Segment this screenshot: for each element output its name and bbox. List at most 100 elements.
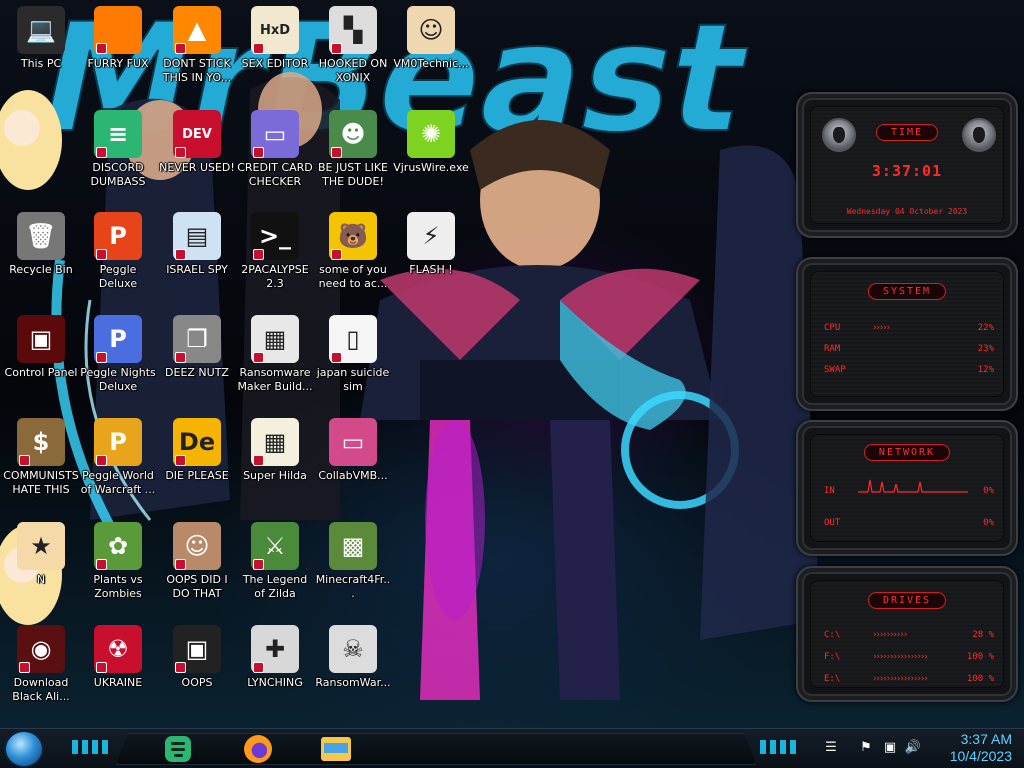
legend-of-zilda-glyph: ⚔: [264, 532, 286, 560]
desktop-icon-credit-card[interactable]: ▭ CREDIT CARD CHECKER: [236, 110, 314, 210]
desktop-icon-label: SEX EDITOR: [241, 57, 309, 70]
desktop-icon-peggle-nights[interactable]: P Peggle Nights Deluxe: [79, 315, 157, 415]
shortcut-arrow-icon: [253, 559, 264, 570]
desktop-icon-lynching[interactable]: ✚ LYNCHING: [236, 625, 314, 725]
system-row-cpu: CPU ››››› 22%: [824, 323, 994, 333]
oops-glyph: ▣: [185, 635, 209, 663]
desktop-icon-download-black-ali[interactable]: ◉ Download Black Ali...: [2, 625, 80, 725]
drive-row-f: F:\ ›››››››››››››››› 100 %: [824, 652, 994, 662]
desktop-icon-label: Super Hilda: [243, 469, 307, 482]
desktop-icon-control-panel[interactable]: ▣ Control Panel: [2, 315, 80, 415]
japan-suicide-glyph: ▯: [346, 325, 360, 353]
ukraine-icon: ☢: [94, 625, 142, 673]
drive-row-e: E:\ ›››››››››››››››› 100 %: [824, 674, 994, 684]
desktop-icon-peggle-deluxe[interactable]: P Peggle Deluxe: [79, 212, 157, 312]
desktop-icon-oops-did-i[interactable]: ☺ OOPS DID I DO THAT: [158, 522, 236, 622]
japan-suicide-icon: ▯: [329, 315, 377, 363]
desktop-icon-dont-stick[interactable]: ▲ DONT STICK THIS IN YO...: [158, 6, 236, 106]
desktop-icon-minecraft4fr[interactable]: ▩ Minecraft4Fr...: [314, 522, 392, 622]
start-button[interactable]: [4, 730, 44, 768]
plants-vs-zombies-glyph: ✿: [107, 532, 129, 560]
desktop-icon-vjruswire[interactable]: ✺ VjrusWire.exe: [392, 110, 470, 210]
vjruswire-glyph: ✺: [420, 120, 442, 148]
some-of-you-icon: 🐻: [329, 212, 377, 260]
shortcut-arrow-icon: [253, 662, 264, 673]
flash-glyph: ⚡: [422, 222, 440, 250]
desktop-icon-this-pc[interactable]: 💻 This PC: [2, 6, 80, 106]
firefox-app-icon[interactable]: [240, 733, 276, 765]
desktop-icon-sex-editor[interactable]: HxD SEX EDITOR: [236, 6, 314, 106]
super-hilda-icon: ▦: [251, 418, 299, 466]
desktop-icon-label: Minecraft4Fr...: [315, 573, 391, 600]
system-panel: SYSTEM CPU ››››› 22% RAM 23% SWAP 12%: [796, 257, 1018, 411]
desktop-icon-deez-nutz[interactable]: ❐ DEEZ NUTZ: [158, 315, 236, 415]
desktop-icon-label: japan suicide sim: [316, 366, 390, 393]
action-center-flag-icon[interactable]: ⚑: [857, 739, 875, 757]
desktop-icon-furry-fux[interactable]: FURRY FUX: [79, 6, 157, 106]
desktop-icon-label: OOPS: [181, 676, 213, 689]
tray-overflow-icon[interactable]: ☰: [822, 739, 840, 757]
taskbar-clock[interactable]: 3:37 AM 10/4/2023: [932, 731, 1012, 765]
desktop-icon-label: Peggle Nights Deluxe: [80, 366, 156, 393]
network-tray-icon[interactable]: ▣: [881, 739, 899, 757]
peggle-nights-glyph: P: [109, 325, 127, 353]
star-n-glyph: ★: [30, 532, 52, 560]
desktop-icon-peggle-world[interactable]: P Peggle World of Warcraft ...: [79, 418, 157, 518]
minecraft4fr-glyph: ▩: [341, 532, 365, 560]
desktop-icon-label: DEEZ NUTZ: [165, 366, 229, 379]
desktop-icon-star-n[interactable]: ★ N: [2, 522, 80, 622]
this-pc-icon: 💻: [17, 6, 65, 54]
desktop-icon-label: BE JUST LIKE THE DUDE!: [317, 161, 389, 188]
desktop-icon-flash[interactable]: ⚡ FLASH !: [392, 212, 470, 312]
control-panel-glyph: ▣: [29, 325, 53, 353]
system-row-swap: SWAP 12%: [824, 365, 994, 375]
shortcut-arrow-icon: [331, 43, 342, 54]
desktop-icon-ransomwar[interactable]: ☠ RansomWar...: [314, 625, 392, 725]
desktop-icon-super-hilda[interactable]: ▦ Super Hilda: [236, 418, 314, 518]
taskbar-decoration: [760, 740, 800, 754]
desktop-icon-be-just-like[interactable]: ☻ BE JUST LIKE THE DUDE!: [314, 110, 392, 210]
desktop-icon-ransomware-maker[interactable]: ▦ Ransomware Maker Build...: [236, 315, 314, 415]
desktop-icon-label: VM0Technic...: [393, 57, 469, 70]
israel-spy-icon: ▤: [173, 212, 221, 260]
desktop-icon-label: OOPS DID I DO THAT: [166, 573, 228, 600]
furry-fux-icon: [94, 6, 142, 54]
shortcut-arrow-icon: [253, 455, 264, 466]
file-explorer-app-icon[interactable]: [318, 733, 354, 765]
desktop-icon-die-please[interactable]: De DIE PLEASE: [158, 418, 236, 518]
desktop-icon-2pacalypse[interactable]: >_ 2PACALYPSE 2.3: [236, 212, 314, 312]
discord-app-icon[interactable]: [160, 733, 196, 765]
desktop-icon-plants-vs-zombies[interactable]: ✿ Plants vs Zombies: [79, 522, 157, 622]
sex-editor-icon: HxD: [251, 6, 299, 54]
desktop-icon-oops[interactable]: ▣ OOPS: [158, 625, 236, 725]
shortcut-arrow-icon: [19, 662, 30, 673]
hooked-on-xonix-icon: ▚: [329, 6, 377, 54]
desktop-icon-discord[interactable]: ≡ DISCORD DUMBASS: [79, 110, 157, 210]
taskbar-time: 3:37 AM: [960, 731, 1012, 747]
ransomware-maker-icon: ▦: [251, 315, 299, 363]
desktop-icon-label: The Legend of Zilda: [242, 573, 308, 600]
desktop-icon-some-of-you[interactable]: 🐻 some of you need to ac...: [314, 212, 392, 312]
desktop-icon-collabvmb[interactable]: ▭ CollabVMB...: [314, 418, 392, 518]
desktop-icon-vm0technic[interactable]: ☺ VM0Technic...: [392, 6, 470, 106]
desktop-icon-never-used[interactable]: DEV NEVER USED!: [158, 110, 236, 210]
taskbar: ☰ ⚑ ▣ 🔊 3:37 AM 10/4/2023: [0, 728, 1024, 768]
desktop-icon-hooked-on-xonix[interactable]: ▚ HOOKED ON XONIX: [314, 6, 392, 106]
desktop-icon-recycle-bin[interactable]: 🗑 Recycle Bin: [2, 212, 80, 312]
desktop-icon-legend-of-zilda[interactable]: ⚔ The Legend of Zilda: [236, 522, 314, 622]
shortcut-arrow-icon: [331, 147, 342, 158]
volume-icon[interactable]: 🔊: [904, 739, 922, 757]
super-hilda-glyph: ▦: [263, 428, 287, 456]
desktop-icon-label: COMMUNISTS HATE THIS G...: [3, 469, 79, 499]
desktop-icon-japan-suicide[interactable]: ▯ japan suicide sim: [314, 315, 392, 415]
star-n-icon: ★: [17, 522, 65, 570]
peggle-deluxe-glyph: P: [109, 222, 127, 250]
desktop-icon-label: Peggle Deluxe: [98, 263, 138, 290]
desktop-icon-communists[interactable]: $ COMMUNISTS HATE THIS G...: [2, 418, 80, 518]
desktop-icon-label: CREDIT CARD CHECKER: [237, 161, 313, 188]
network-row-out: OUT 0%: [824, 518, 994, 528]
peggle-world-icon: P: [94, 418, 142, 466]
desktop-icon-ukraine[interactable]: ☢ UKRAINE: [79, 625, 157, 725]
taskbar-app-rail: [116, 733, 756, 765]
desktop-icon-israel-spy[interactable]: ▤ ISRAEL SPY: [158, 212, 236, 312]
